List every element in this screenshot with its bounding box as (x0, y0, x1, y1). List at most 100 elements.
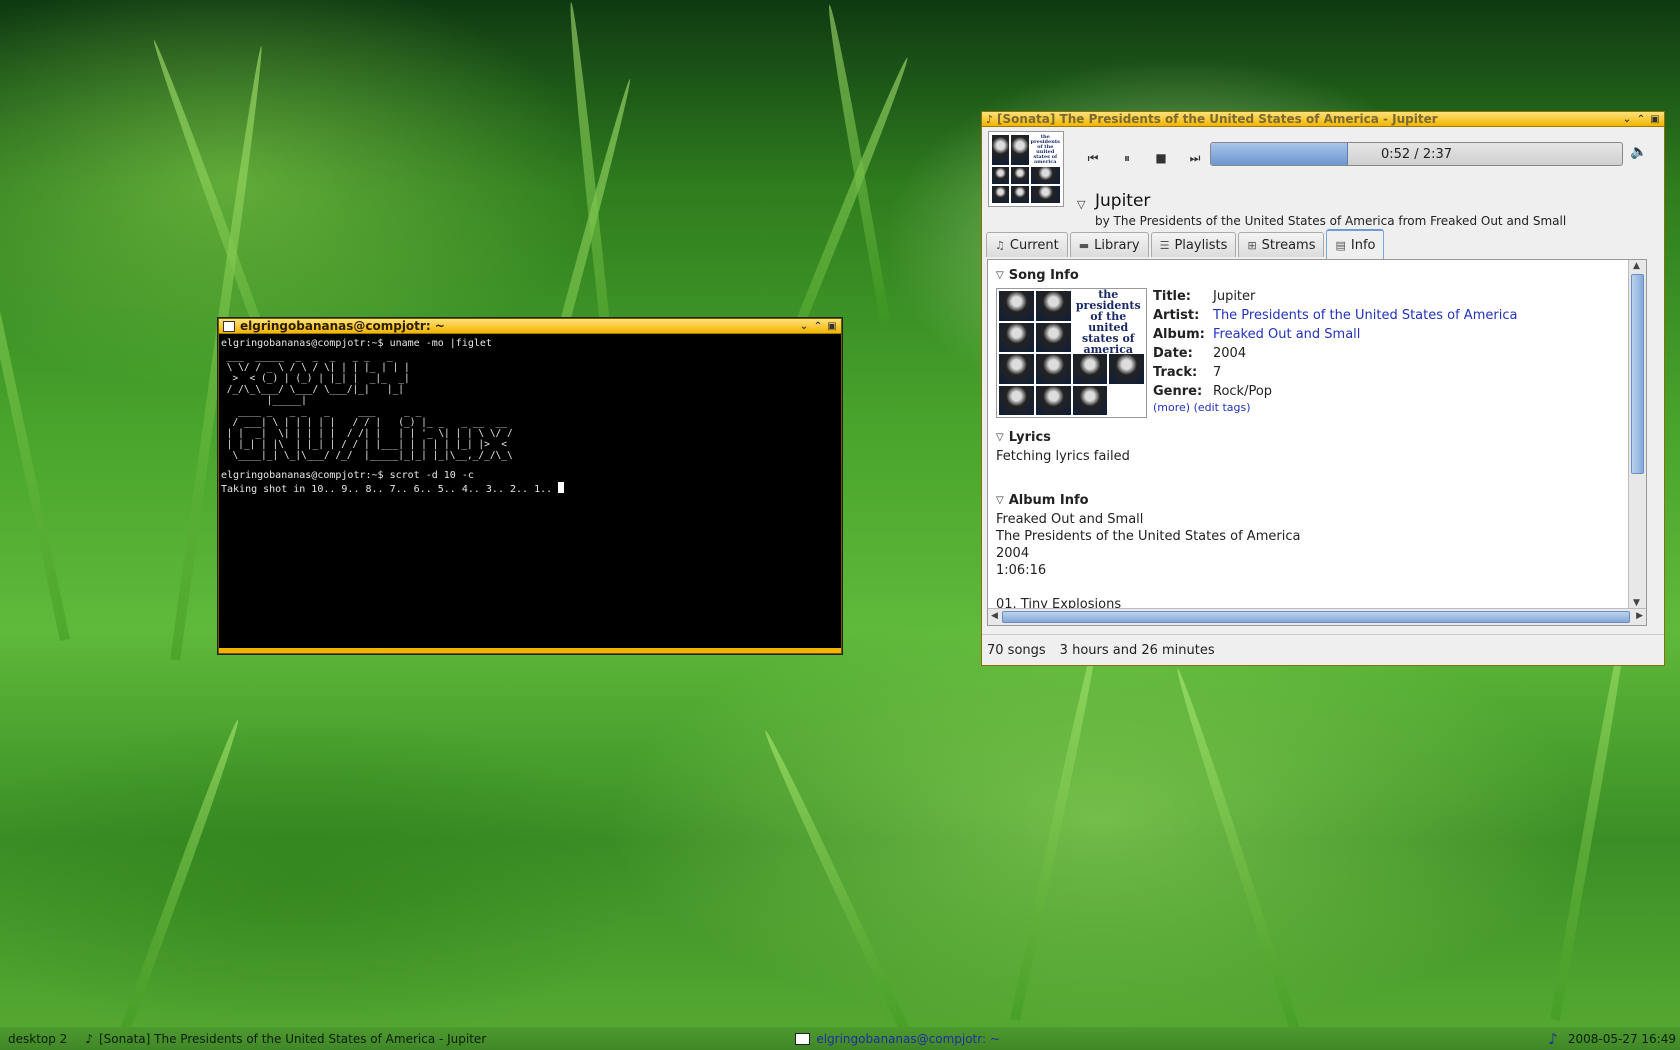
field-key: Title: (1153, 289, 1192, 304)
tab-current[interactable]: ♫ Current (986, 232, 1068, 257)
sonata-window[interactable]: ♪ [Sonata] The Presidents of the United … (981, 111, 1665, 666)
tab-playlists[interactable]: ☰ Playlists (1150, 232, 1237, 257)
cover-cell (1030, 167, 1060, 184)
status-bar: 70 songs 3 hours and 26 minutes (982, 634, 1664, 665)
tab-label: Playlists (1174, 237, 1228, 253)
terminal-bottom-border (219, 648, 841, 653)
horizontal-scrollbar[interactable]: ◀ ▶ (988, 608, 1646, 625)
previous-track-button[interactable]: ⏮ (1077, 148, 1109, 168)
lyrics-header[interactable]: ▽ Lyrics (996, 430, 1620, 445)
scrollbar-thumb[interactable] (1002, 611, 1630, 623)
previous-icon: ⏮ (1087, 150, 1099, 165)
desktop-indicator[interactable]: desktop 2 (0, 1032, 75, 1046)
music-note-icon: ♪ (986, 112, 994, 126)
cover-cell (1035, 322, 1071, 352)
vertical-scrollbar[interactable]: ▲ ▼ (1628, 260, 1646, 609)
scroll-down-icon[interactable]: ▼ (1633, 598, 1640, 608)
expander-triangle-icon: ▽ (996, 432, 1004, 443)
sonata-title: [Sonata] The Presidents of the United St… (997, 112, 1438, 126)
album-art[interactable]: the presidents of the united states of a… (996, 288, 1147, 418)
tab-bar: ♫ Current ▬ Library ☰ Playlists ⊞ Streams ▤ I… (986, 229, 1385, 259)
field-key: Album: (1153, 327, 1205, 342)
album-info-line: Freaked Out and Small (996, 512, 1144, 527)
scrollbar-thumb[interactable] (1631, 274, 1644, 474)
now-playing-subtitle: by The Presidents of the United States o… (1095, 214, 1567, 228)
maximize-icon[interactable]: ⌃ (1636, 114, 1646, 125)
cover-title-cell: the presidents of the united states of a… (1072, 289, 1144, 355)
cover-cell (1072, 354, 1108, 384)
tab-label: Streams (1261, 237, 1316, 253)
album-info-line: 2004 (996, 546, 1030, 561)
close-icon[interactable]: ▣ (1650, 114, 1660, 125)
song-info-header[interactable]: ▽ Song Info (996, 268, 1620, 283)
library-icon: ▬ (1078, 238, 1090, 252)
terminal-window[interactable]: elgringobananas@compjotr: ~ ⌄ ⌃ ▣ elgrin… (218, 318, 842, 654)
cover-cell (1109, 354, 1144, 384)
next-track-button[interactable]: ⏭ (1179, 148, 1211, 168)
terminal-output[interactable]: elgringobananas@compjotr:~$ uname -mo |f… (219, 334, 841, 500)
tray-music-note-icon[interactable]: ♪ (1548, 1030, 1558, 1048)
expander-triangle-icon[interactable]: ▽ (1077, 198, 1085, 211)
streams-icon: ⊞ (1247, 238, 1257, 252)
scroll-left-icon[interactable]: ◀ (991, 611, 998, 621)
clock: 2008-05-27 16:49 (1567, 1031, 1676, 1046)
cover-cell (992, 135, 1010, 165)
scroll-up-icon[interactable]: ▲ (1633, 261, 1640, 271)
song-count: 70 songs (987, 642, 1046, 658)
field-value-track: 7 (1213, 365, 1222, 380)
terminal-cursor (558, 482, 565, 493)
minimize-icon[interactable]: ⌄ (799, 321, 809, 332)
taskbar-item-label: [Sonata] The Presidents of the United St… (99, 1031, 487, 1046)
progress-bar[interactable]: 0:52 / 2:37 (1210, 142, 1623, 166)
maximize-icon[interactable]: ⌃ (813, 321, 823, 332)
cover-cell (1072, 385, 1108, 415)
scroll-right-icon[interactable]: ▶ (1636, 611, 1643, 621)
cover-cell (992, 167, 1010, 184)
volume-icon[interactable]: 🔈 (1630, 144, 1647, 160)
field-key: Date: (1153, 346, 1193, 361)
cover-cell (1035, 385, 1071, 415)
taskbar: desktop 2 ♪ [Sonata] The Presidents of t… (0, 1027, 1680, 1050)
cover-title-cell: the presidents of the united states of a… (1030, 134, 1060, 165)
section-title: Album Info (1008, 493, 1089, 508)
minimize-icon[interactable]: ⌄ (1622, 114, 1632, 125)
cover-cell (1035, 354, 1071, 384)
info-icon: ▤ (1335, 238, 1346, 252)
cover-cell (1011, 135, 1029, 165)
tab-label: Info (1350, 237, 1376, 253)
taskbar-item-label: elgringobananas@compjotr: ~ (816, 1031, 1000, 1046)
stop-button[interactable]: ■ (1145, 148, 1177, 168)
album-info-header[interactable]: ▽ Album Info (996, 493, 1620, 508)
now-playing-title: Jupiter (1095, 191, 1151, 211)
terminal-titlebar[interactable]: elgringobananas@compjotr: ~ ⌄ ⌃ ▣ (219, 319, 841, 334)
taskbar-item-terminal[interactable]: elgringobananas@compjotr: ~ (795, 1032, 1000, 1046)
pause-button[interactable]: ⏸ (1111, 148, 1143, 168)
playlists-icon: ☰ (1159, 238, 1170, 252)
edit-tags-link[interactable]: (edit tags) (1194, 401, 1251, 414)
section-title: Song Info (1008, 268, 1079, 283)
tab-library[interactable]: ▬ Library (1069, 232, 1149, 257)
album-art-thumbnail[interactable]: the presidents of the united states of a… (988, 131, 1064, 207)
cover-cell (1030, 186, 1060, 203)
sonata-titlebar[interactable]: ♪ [Sonata] The Presidents of the United … (982, 112, 1664, 127)
pause-icon: ⏸ (1123, 150, 1130, 165)
tab-info[interactable]: ▤ Info (1326, 229, 1385, 259)
tab-streams[interactable]: ⊞ Streams (1238, 232, 1325, 257)
cover-cell (999, 354, 1034, 384)
artist-link[interactable]: The Presidents of the United States of A… (1213, 307, 1517, 324)
cover-cell (1035, 291, 1071, 321)
cover-cell (999, 322, 1034, 352)
more-link[interactable]: (more) (1153, 401, 1190, 414)
expander-triangle-icon: ▽ (996, 270, 1004, 281)
cover-cell (999, 385, 1034, 415)
field-value-title: Jupiter (1213, 289, 1256, 304)
music-note-icon: ♪ (85, 1031, 93, 1046)
close-icon[interactable]: ▣ (827, 321, 837, 332)
tab-label: Current (1009, 237, 1059, 253)
terminal-line: elgringobananas@compjotr:~$ scrot -d 10 … (221, 469, 474, 481)
info-panel[interactable]: ▽ Song Info the presidents of the united … (987, 259, 1647, 626)
album-link[interactable]: Freaked Out and Small (1213, 326, 1517, 343)
taskbar-item-sonata[interactable]: ♪ [Sonata] The Presidents of the United … (75, 1032, 805, 1046)
cover-cell (999, 291, 1034, 321)
field-value-date: 2004 (1213, 346, 1247, 361)
